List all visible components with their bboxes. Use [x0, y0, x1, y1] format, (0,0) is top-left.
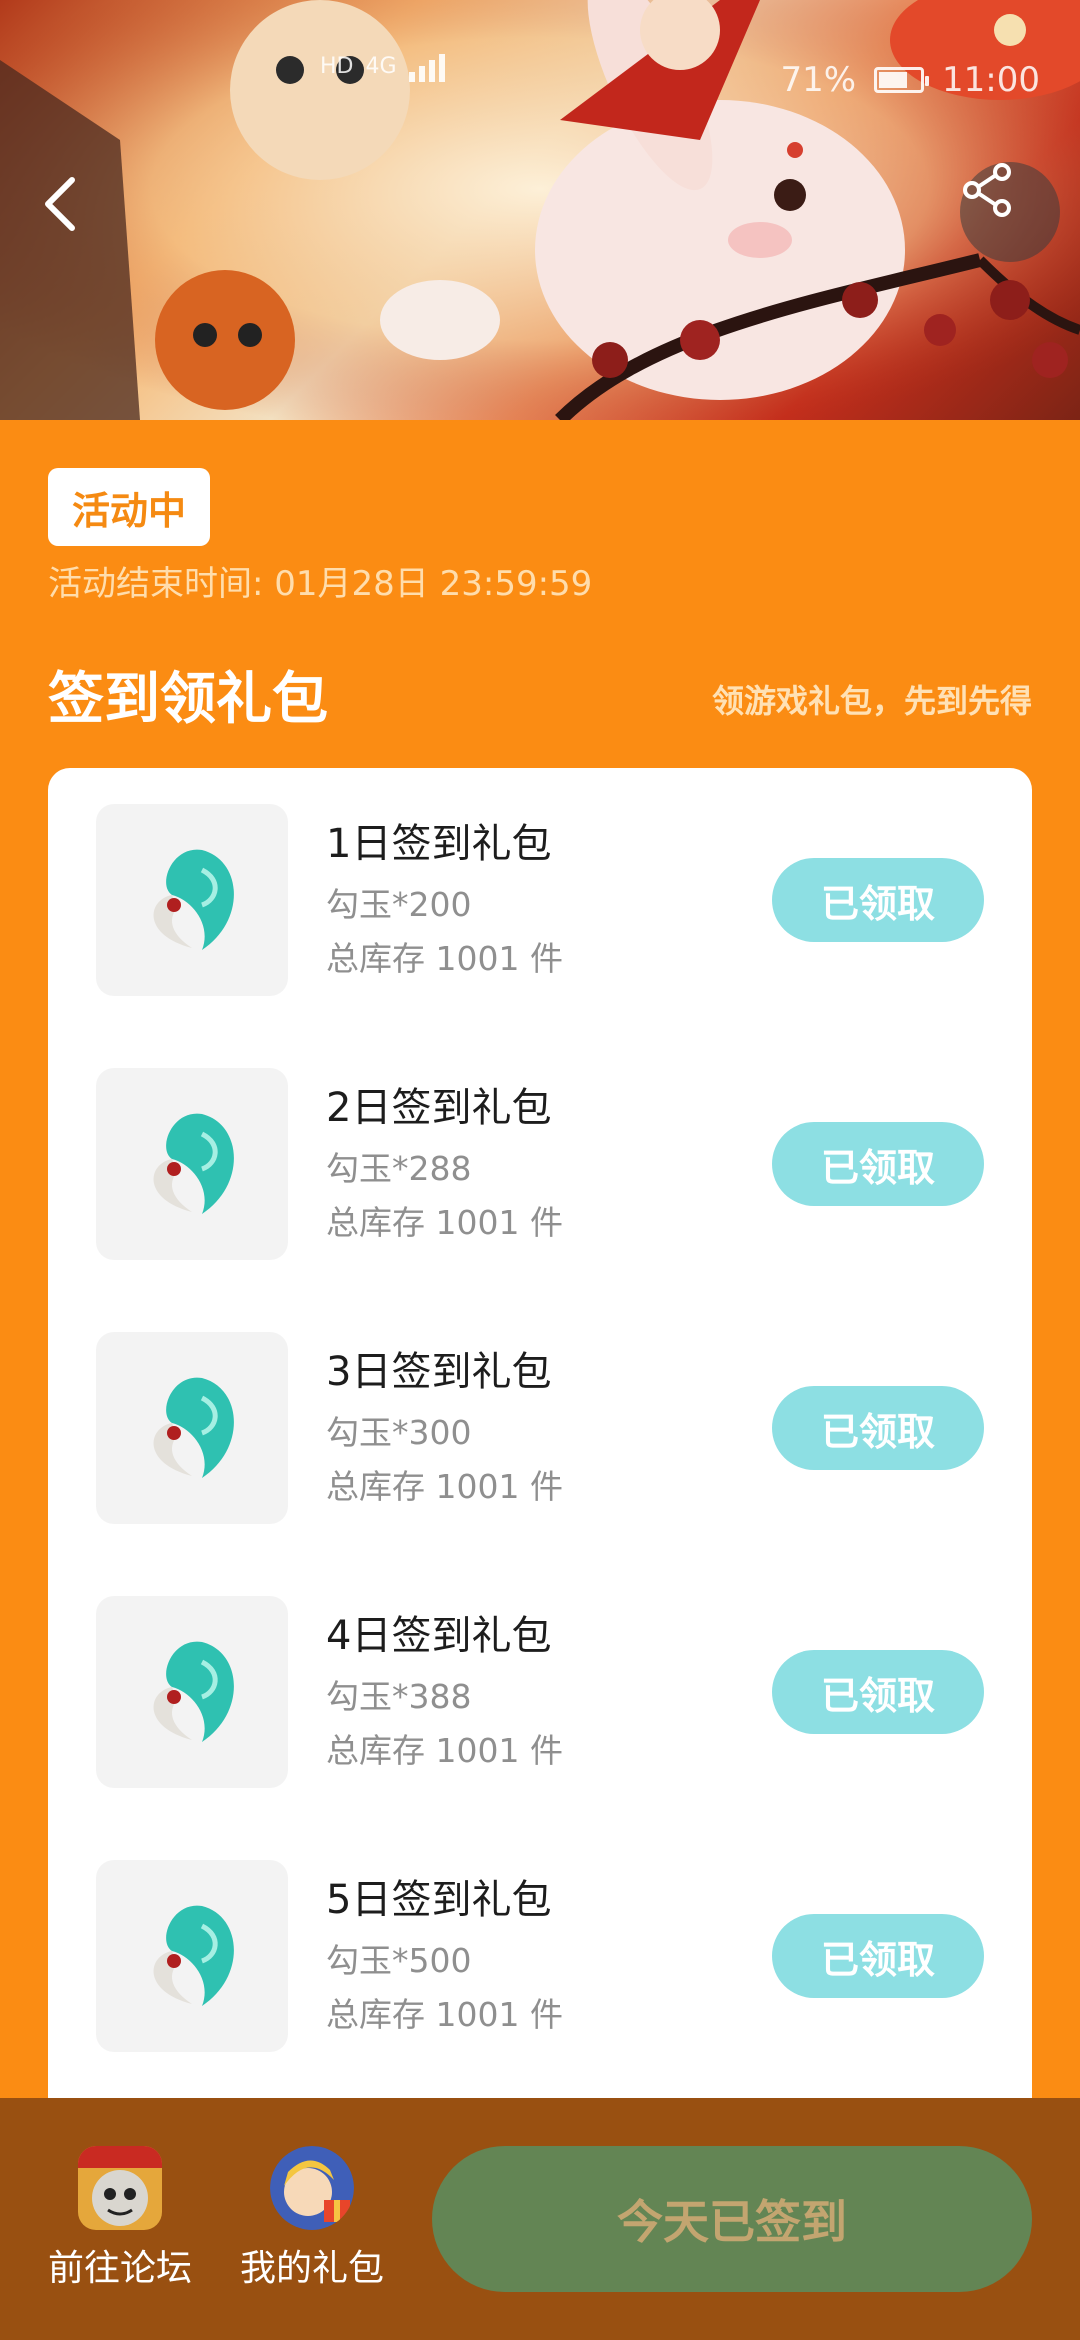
gift-row: 4日签到礼包 勾玉*388 总库存 1001 件 已领取	[48, 1560, 1032, 1788]
gift-title: 1日签到礼包	[326, 821, 552, 867]
gift-title: 4日签到礼包	[326, 1613, 552, 1659]
claimed-button[interactable]: 已领取	[772, 1122, 984, 1206]
network-type: HD	[320, 53, 354, 79]
gift-title: 3日签到礼包	[326, 1349, 552, 1395]
magatama-icon	[96, 1860, 288, 2052]
activity-status-badge: 活动中	[48, 468, 211, 546]
back-button[interactable]	[40, 176, 110, 246]
battery-percent: 71%	[780, 60, 857, 100]
gift-title: 2日签到礼包	[326, 1085, 552, 1131]
checked-in-button[interactable]: 今天已签到	[432, 2146, 1032, 2292]
signal-type: 4G	[365, 53, 397, 79]
battery-icon	[874, 67, 930, 93]
gift-stock: 总库存 1001 件	[326, 1203, 563, 1242]
gift-row: 5日签到礼包 勾玉*500 总库存 1001 件 已领取	[48, 1824, 1032, 2052]
section-subtitle: 领游戏礼包，先到先得	[711, 682, 1032, 720]
gift-reward: 勾玉*388	[326, 1677, 472, 1716]
chevron-left-icon	[45, 177, 75, 231]
banner-image: HD 4G 71% 11:00	[0, 0, 1080, 420]
my-gifts-label: 我的礼包	[239, 2248, 384, 2289]
gift-list: 1日签到礼包 勾玉*200 总库存 1001 件 已领取 2日签到礼包 勾玉*2…	[48, 768, 1032, 2148]
gift-stock: 总库存 1001 件	[326, 939, 563, 978]
my-gifts-button[interactable]: 我的礼包	[232, 2146, 392, 2294]
share-icon	[963, 163, 1011, 217]
gift-row: 2日签到礼包 勾玉*288 总库存 1001 件 已领取	[48, 1032, 1032, 1260]
gift-row: 1日签到礼包 勾玉*200 总库存 1001 件 已领取	[48, 768, 1032, 996]
signal-icon	[408, 50, 445, 82]
claimed-button[interactable]: 已领取	[772, 858, 984, 942]
gift-stock: 总库存 1001 件	[326, 1995, 563, 2034]
gift-avatar-icon	[270, 2146, 354, 2230]
clock: 11:00	[942, 60, 1040, 100]
game-avatar-icon	[78, 2146, 162, 2230]
magatama-icon	[96, 804, 288, 996]
gift-reward: 勾玉*500	[326, 1941, 472, 1980]
gift-row: 3日签到礼包 勾玉*300 总库存 1001 件 已领取	[48, 1296, 1032, 1524]
claimed-button[interactable]: 已领取	[772, 1386, 984, 1470]
forum-label: 前往论坛	[47, 2248, 192, 2289]
magatama-icon	[96, 1596, 288, 1788]
status-bar-left: HD 4G	[320, 50, 445, 82]
gift-stock: 总库存 1001 件	[326, 1467, 563, 1506]
forum-button[interactable]: 前往论坛	[40, 2146, 200, 2294]
share-button[interactable]	[960, 162, 1060, 262]
magatama-icon	[96, 1332, 288, 1524]
gift-reward: 勾玉*288	[326, 1149, 472, 1188]
gift-stock: 总库存 1001 件	[326, 1731, 563, 1770]
activity-end-time: 活动结束时间: 01月28日 23:59:59	[48, 564, 593, 604]
gift-reward: 勾玉*300	[326, 1413, 472, 1452]
section-title: 签到领礼包	[48, 667, 328, 732]
status-bar: 71% 11:00	[780, 50, 1040, 110]
gift-title: 5日签到礼包	[326, 1877, 552, 1923]
magatama-icon	[96, 1068, 288, 1260]
gift-reward: 勾玉*200	[326, 885, 472, 924]
bottom-action-bar: 前往论坛 我的礼包 今天已签到	[0, 2098, 1080, 2340]
claimed-button[interactable]: 已领取	[772, 1914, 984, 1998]
claimed-button[interactable]: 已领取	[772, 1650, 984, 1734]
